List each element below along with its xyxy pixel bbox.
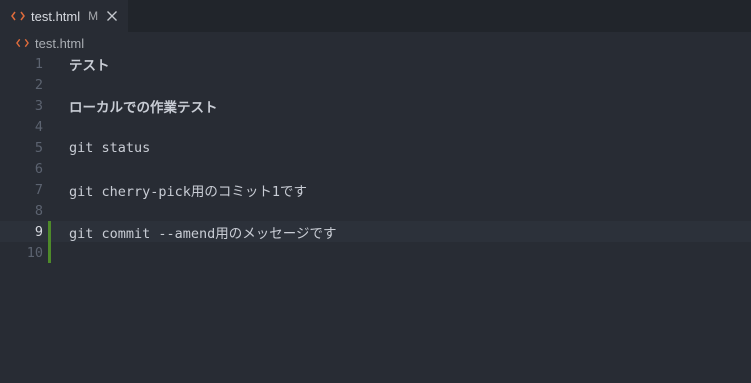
git-added-marker [48, 221, 51, 242]
line-number: 5 [34, 139, 43, 156]
line-number: 2 [34, 76, 43, 93]
editor-line[interactable]: 3 ローカルでの作業テスト [0, 95, 751, 116]
line-text: ローカルでの作業テスト [69, 99, 218, 116]
editor-line[interactable]: 4 [0, 116, 751, 137]
editor-line[interactable]: 2 [0, 74, 751, 95]
line-number: 8 [34, 202, 43, 219]
line-number: 4 [34, 118, 43, 135]
editor-line-current[interactable]: 9 git commit --amend用のメッセージです [0, 221, 751, 242]
line-number: 3 [34, 97, 43, 114]
line-text: git status [69, 139, 151, 156]
line-number: 10 [26, 244, 43, 261]
line-number: 6 [34, 160, 43, 177]
tab-title: test.html [31, 8, 81, 24]
editor-line[interactable]: 6 [0, 158, 751, 179]
editor-line[interactable]: 5 git status [0, 137, 751, 158]
tab-bar: test.html M [0, 0, 751, 32]
code-editor[interactable]: 1 テスト 2 3 ローカルでの作業テスト 4 5 git status 6 7… [0, 53, 751, 263]
editor-line[interactable]: 1 テスト [0, 53, 751, 74]
line-text: git cherry-pick用のコミット1です [69, 183, 308, 200]
breadcrumb-file[interactable]: test.html [35, 36, 84, 51]
html-code-icon [11, 11, 25, 21]
modified-indicator: M [88, 9, 99, 23]
close-icon[interactable] [106, 10, 118, 22]
html-code-icon [16, 38, 29, 48]
editor-line[interactable]: 7 git cherry-pick用のコミット1です [0, 179, 751, 200]
tab-test-html[interactable]: test.html M [0, 0, 129, 32]
line-number: 1 [34, 55, 43, 72]
line-number: 9 [34, 223, 43, 240]
line-number: 7 [34, 181, 43, 198]
editor-line[interactable]: 10 [0, 242, 751, 263]
line-text: テスト [69, 57, 110, 74]
line-text: git commit --amend用のメッセージです [69, 225, 337, 242]
breadcrumb: test.html [0, 32, 751, 54]
git-added-marker [48, 242, 51, 263]
editor-line[interactable]: 8 [0, 200, 751, 221]
